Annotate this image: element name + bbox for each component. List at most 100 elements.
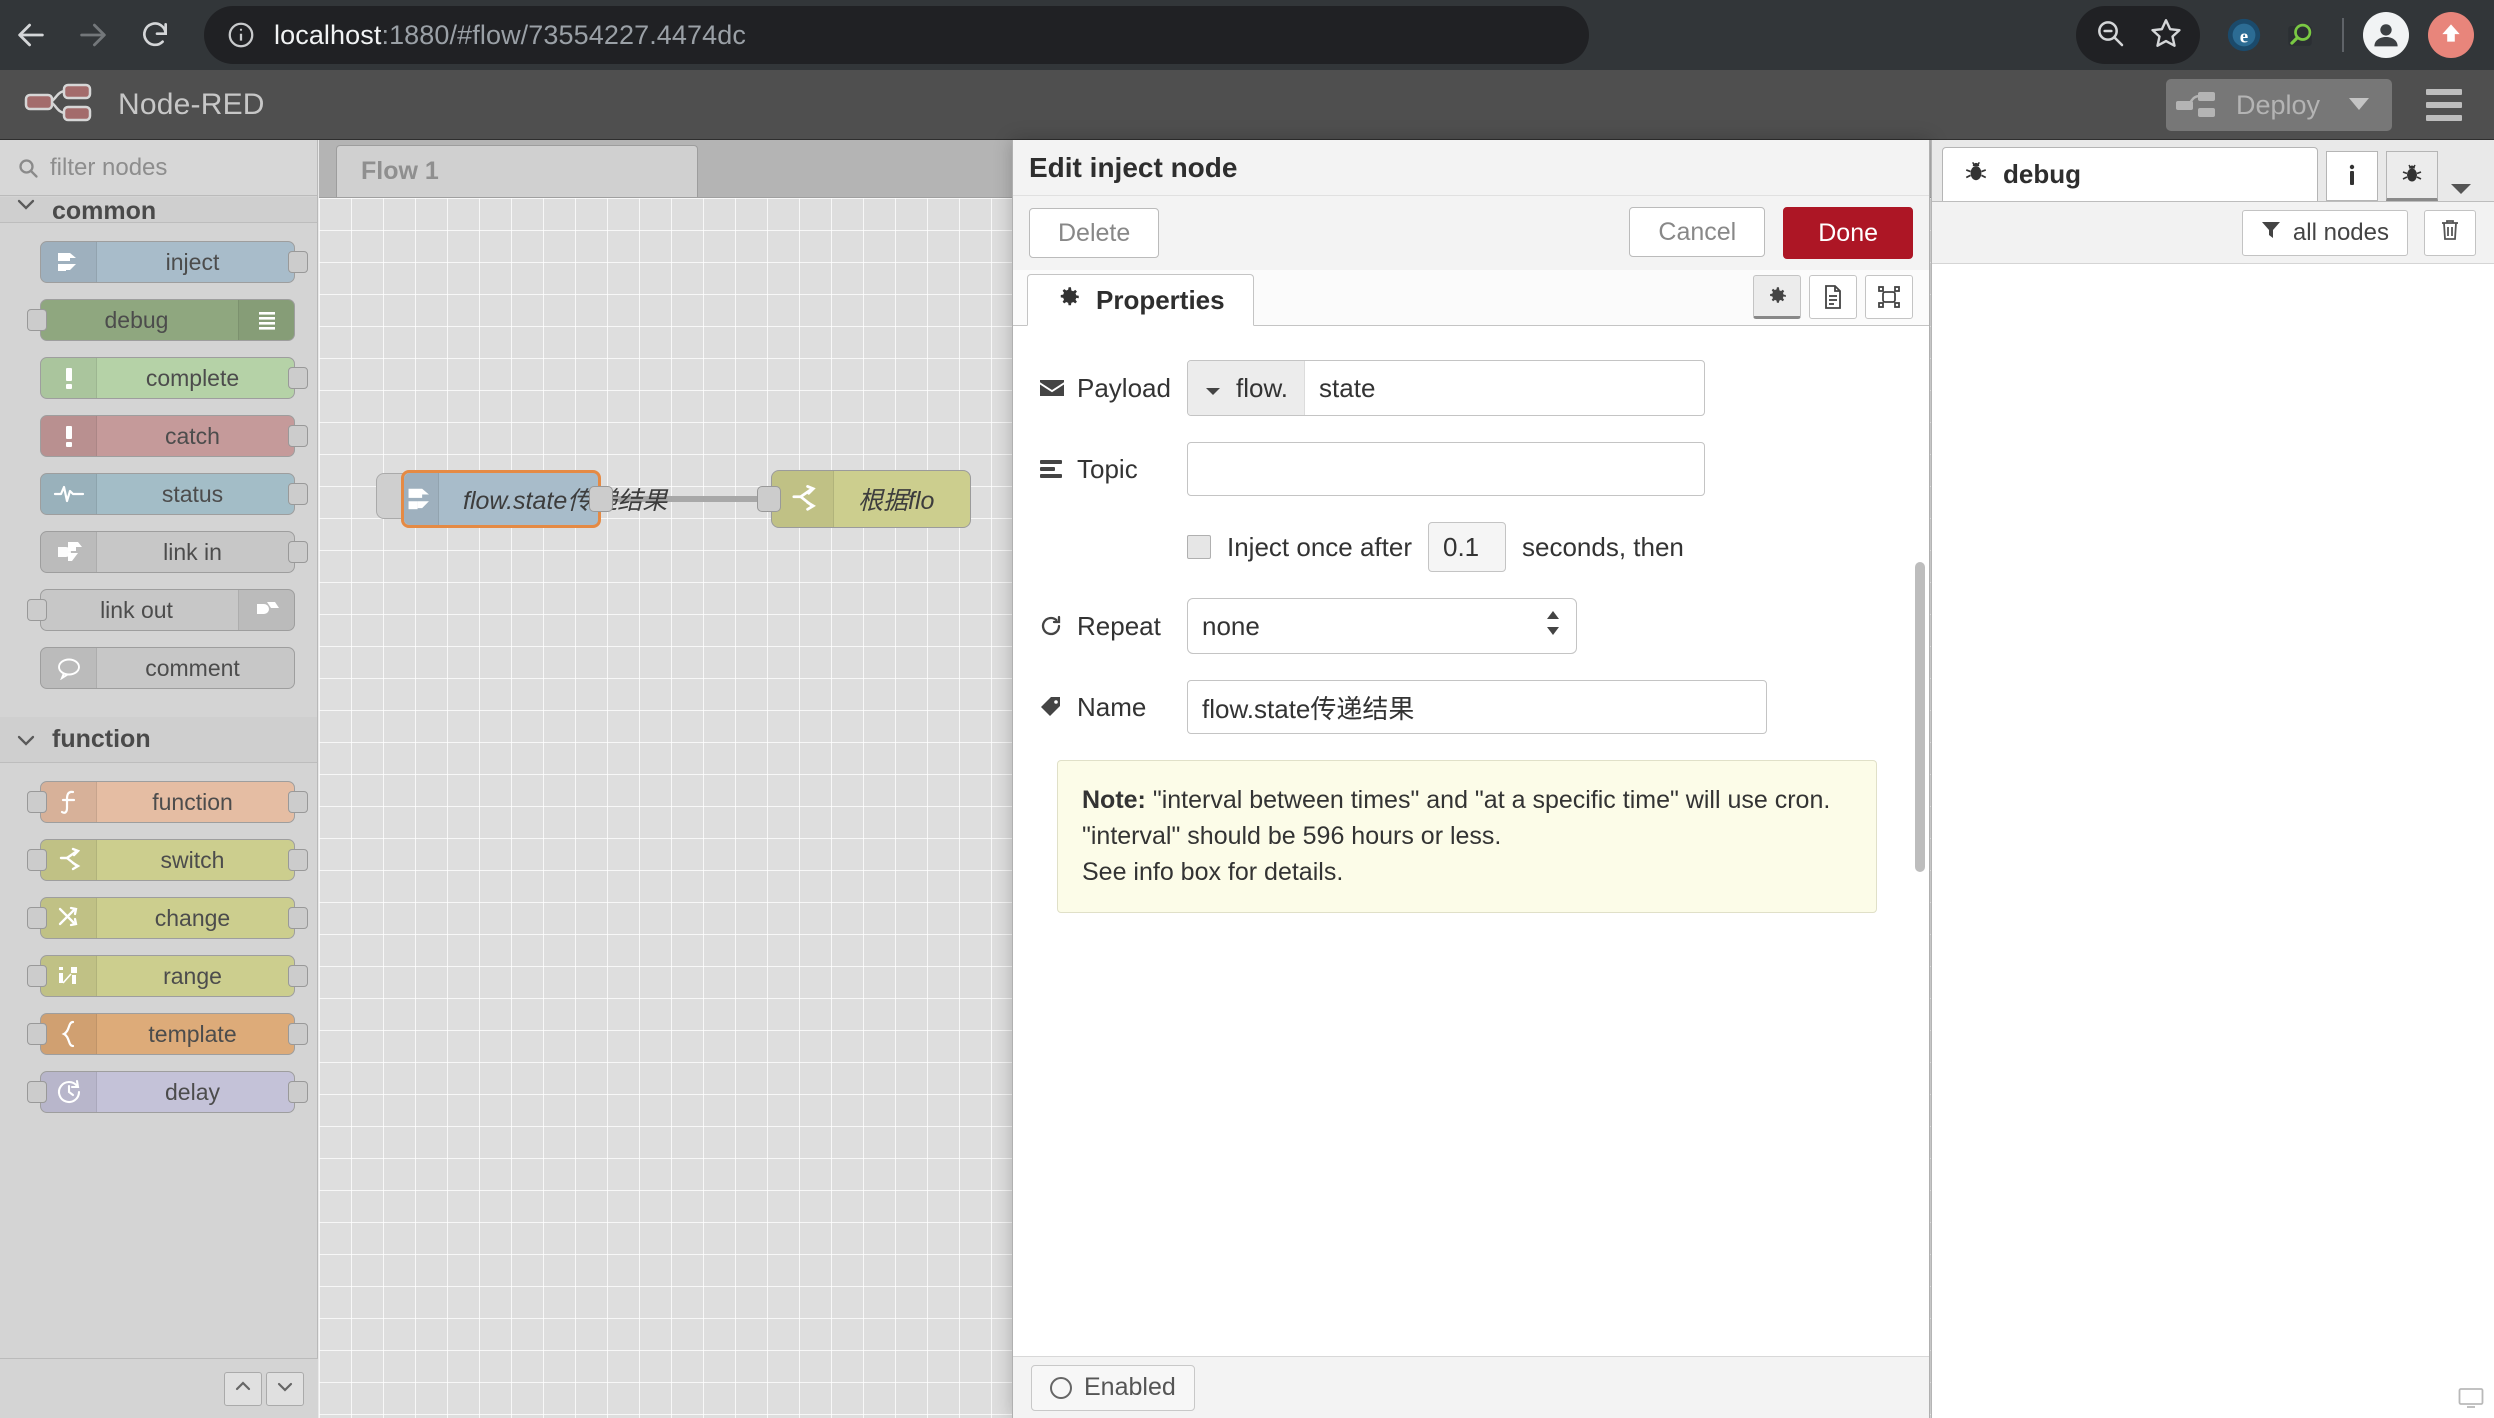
debug-toolbar: all nodes xyxy=(1932,202,2494,264)
palette-node-template[interactable]: template xyxy=(27,1013,308,1055)
extension-1-button[interactable]: e xyxy=(2216,7,2272,63)
node-input-port[interactable] xyxy=(27,907,47,929)
debug-filter-button[interactable]: all nodes xyxy=(2241,209,2408,256)
payload-type-select[interactable]: flow. xyxy=(1188,361,1306,415)
palette-node-inject[interactable]: inject xyxy=(40,241,308,283)
inject-once-checkbox[interactable] xyxy=(1187,535,1211,559)
palette-search-input[interactable]: filter nodes xyxy=(0,140,317,196)
palette-scroll-region[interactable]: common inject debug complete catch statu… xyxy=(0,197,317,1358)
done-button[interactable]: Done xyxy=(1783,207,1913,259)
palette-category-common[interactable]: common xyxy=(0,197,317,223)
palette-node-switch[interactable]: switch xyxy=(27,839,308,881)
repeat-value: none xyxy=(1202,610,1260,641)
palette-node-function[interactable]: function xyxy=(27,781,308,823)
debug-message-list[interactable] xyxy=(1932,264,2494,1418)
palette-node-range[interactable]: range xyxy=(27,955,308,997)
node-output-port[interactable] xyxy=(288,907,308,929)
palette-node-debug[interactable]: debug xyxy=(27,299,295,341)
flow-tab-flow-1[interactable]: Flow 1 xyxy=(336,145,698,197)
palette-node-delay[interactable]: delay xyxy=(27,1071,308,1113)
tab-properties[interactable]: Properties xyxy=(1027,274,1254,326)
node-input-port[interactable] xyxy=(27,1023,47,1045)
node-input-port[interactable] xyxy=(27,849,47,871)
update-button[interactable] xyxy=(2428,12,2474,58)
sidebar-menu-caret[interactable] xyxy=(2438,180,2484,201)
page-search-button[interactable] xyxy=(2082,7,2138,63)
node-red-logo[interactable]: Node-RED xyxy=(22,81,265,128)
inject-once-row: Inject once after 0.1 seconds, then xyxy=(1187,522,1891,572)
debug-clear-button[interactable] xyxy=(2424,209,2476,256)
cancel-button[interactable]: Cancel xyxy=(1629,207,1766,257)
node-input-port[interactable] xyxy=(27,965,47,987)
inject-delay-input[interactable]: 0.1 xyxy=(1428,522,1506,572)
payload-row: Payload flow. state xyxy=(1039,360,1891,416)
node-input-port[interactable] xyxy=(757,486,781,512)
topic-label-group: Topic xyxy=(1039,454,1187,485)
palette-node-status[interactable]: status xyxy=(40,473,308,515)
node-output-port[interactable] xyxy=(288,965,308,987)
palette-node-change[interactable]: change xyxy=(27,897,308,939)
dialog-scrollbar[interactable] xyxy=(1915,562,1925,872)
node-output-port[interactable] xyxy=(288,1023,308,1045)
node-output-port[interactable] xyxy=(288,483,308,505)
node-input-port[interactable] xyxy=(27,309,47,331)
reload-icon xyxy=(139,19,171,51)
node-output-port[interactable] xyxy=(288,425,308,447)
toolbar-divider xyxy=(2342,18,2344,52)
debug-messages-button[interactable] xyxy=(2386,151,2438,201)
profile-avatar-icon xyxy=(2363,12,2409,58)
node-output-port[interactable] xyxy=(288,251,308,273)
repeat-select[interactable]: none xyxy=(1187,598,1577,654)
info-i-icon[interactable] xyxy=(2326,151,2378,201)
flow-node-inject[interactable]: flow.state传递结果 xyxy=(401,470,667,528)
payload-value-input[interactable]: state xyxy=(1305,361,1704,415)
palette-node-comment[interactable]: comment xyxy=(40,647,295,689)
palette-node-link-out[interactable]: link out xyxy=(27,589,295,631)
node-output-port[interactable] xyxy=(288,849,308,871)
appearance-icon[interactable] xyxy=(1865,275,1913,319)
bookmark-button[interactable] xyxy=(2138,7,2194,63)
page-info-icon[interactable] xyxy=(226,20,256,50)
topic-input[interactable] xyxy=(1187,442,1705,496)
node-input-port[interactable] xyxy=(27,791,47,813)
delete-button[interactable]: Delete xyxy=(1029,208,1160,258)
payload-input-group[interactable]: flow. state xyxy=(1187,360,1705,416)
node-output-port[interactable] xyxy=(288,541,308,563)
reload-button[interactable] xyxy=(124,4,186,66)
palette-node-complete[interactable]: complete xyxy=(40,357,308,399)
flow-node-switch[interactable]: 根据flo xyxy=(757,470,971,528)
back-button[interactable] xyxy=(0,4,62,66)
back-arrow-icon xyxy=(14,18,48,52)
name-input[interactable]: flow.state传递结果 xyxy=(1187,680,1767,734)
palette-category-function[interactable]: function xyxy=(0,717,317,763)
node-input-port[interactable] xyxy=(27,1081,47,1103)
deploy-button[interactable]: Deploy xyxy=(2165,79,2392,131)
node-output-port[interactable] xyxy=(288,791,308,813)
palette-node-label: catch xyxy=(165,422,220,449)
enabled-toggle-button[interactable]: Enabled xyxy=(1031,1364,1195,1411)
tab-debug[interactable]: debug xyxy=(1942,147,2318,201)
node-output-port[interactable] xyxy=(589,486,613,512)
hamburger-menu-icon[interactable] xyxy=(2418,81,2470,129)
collapse-all-button[interactable] xyxy=(224,1371,262,1406)
palette-node-label: range xyxy=(163,962,222,989)
node-output-port[interactable] xyxy=(288,367,308,389)
palette-node-link-in[interactable]: link in xyxy=(40,531,308,573)
settings-gear-icon[interactable] xyxy=(1753,275,1801,319)
palette-node-label: complete xyxy=(145,364,240,391)
profile-button[interactable] xyxy=(2358,7,2414,63)
zoom-out-search-icon xyxy=(2094,17,2126,54)
description-doc-icon[interactable] xyxy=(1809,275,1857,319)
chevron-down-icon xyxy=(276,1380,294,1398)
node-output-port[interactable] xyxy=(288,1081,308,1103)
address-bar[interactable]: localhost:1880/#flow/73554227.4474dc xyxy=(204,6,1589,64)
extension-2-button[interactable] xyxy=(2272,7,2328,63)
forward-button[interactable] xyxy=(62,4,124,66)
name-label: Name xyxy=(1077,691,1147,722)
topic-label: Topic xyxy=(1077,453,1138,484)
exclamation-icon xyxy=(41,416,97,456)
node-input-port[interactable] xyxy=(27,599,47,621)
palette-node-catch[interactable]: catch xyxy=(40,415,308,457)
chevron-down-icon[interactable] xyxy=(2346,94,2372,117)
expand-all-button[interactable] xyxy=(266,1371,304,1406)
